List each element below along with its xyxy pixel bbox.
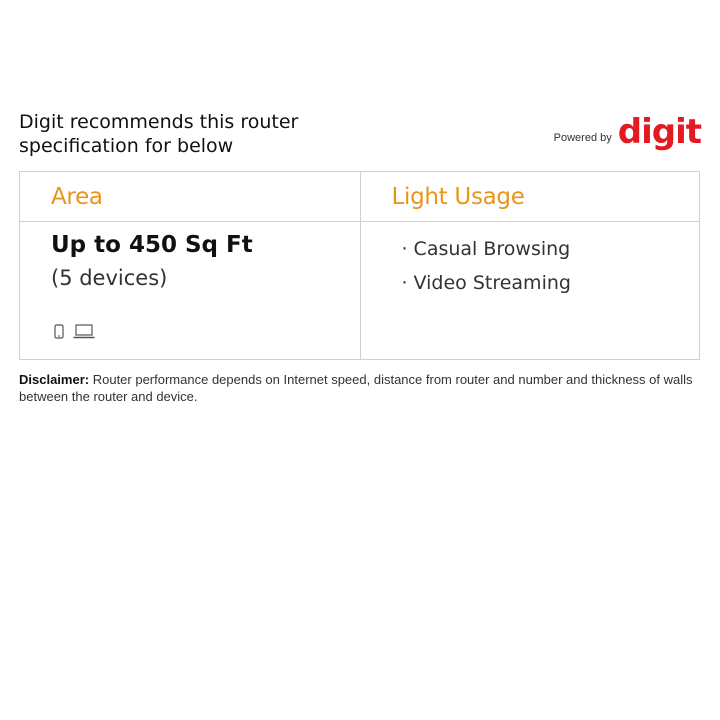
area-column: Area Up to 450 Sq Ft (5 devices) [20, 172, 360, 359]
spec-table: Area Up to 450 Sq Ft (5 devices) Light U… [19, 171, 700, 360]
usage-column: Light Usage · Casual Browsing · Video Stre… [359, 172, 699, 359]
area-value: Up to 450 Sq Ft [51, 232, 253, 258]
usage-item-label: Video Streaming [413, 272, 571, 294]
list-item: · Video Streaming [401, 272, 571, 294]
device-icons [54, 324, 95, 339]
disclaimer: Disclaimer: Router performance depends o… [19, 371, 709, 405]
recommendation-heading: Digit recommends this router specificati… [19, 110, 349, 158]
powered-by-label: Powered by [553, 132, 612, 144]
powered-by-badge: Powered by digit [553, 112, 702, 152]
usage-heading: Light Usage [360, 172, 699, 222]
device-count: (5 devices) [51, 266, 168, 290]
laptop-icon [73, 324, 95, 339]
disclaimer-label: Disclaimer: [19, 372, 90, 387]
phone-icon [54, 324, 64, 339]
disclaimer-text: Router performance depends on Internet s… [19, 372, 693, 404]
usage-list: · Casual Browsing · Video Streaming [402, 232, 571, 300]
list-item: · Casual Browsing [401, 238, 571, 260]
digit-logo: digit [617, 112, 702, 152]
usage-item-label: Casual Browsing [413, 238, 571, 260]
heading-line-1: Digit recommends this router [19, 111, 299, 133]
heading-line-2: specification for below [19, 135, 234, 157]
area-heading: Area [20, 172, 360, 222]
